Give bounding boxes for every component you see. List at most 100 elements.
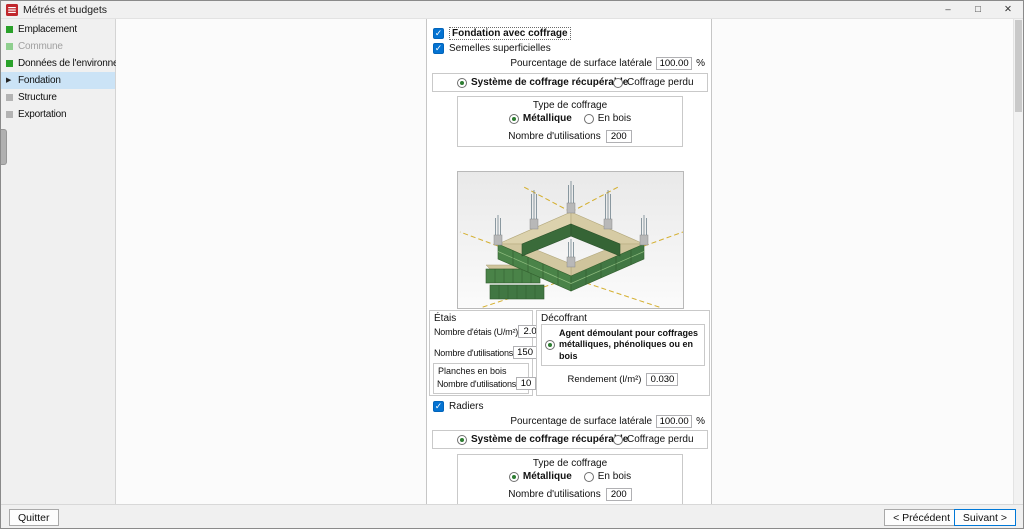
checkmark-icon: ✓ [434,28,443,38]
fondation-coffrage-row: ✓ Fondation avec coffrage [433,27,571,40]
radio-coffrage-perdu-1[interactable] [613,77,623,88]
fondation-coffrage-checkbox[interactable]: ✓ [433,28,444,39]
radio-metallique-1[interactable] [508,113,519,124]
footer-bar: Quitter < Précédent Suivant > [1,504,1023,528]
foundation-3d-image [457,171,684,309]
rendement-label: Rendement (l/m²) [567,374,642,385]
planches-uses-label: Nombre d'utilisations [437,378,517,389]
type-coffrage-group-1: Type de coffrage Métallique En bois Nomb… [457,96,683,147]
pct-surface-row-2: Pourcentage de surface latérale % [510,415,705,428]
option-systeme-recuperable-2: Système de coffrage récupérable [457,434,628,445]
titlebar: Métrés et budgets – □ ✕ [1,1,1023,19]
etais-group: Étais Nombre d'étais (U/m²) Nombre d'uti… [429,310,543,396]
radiers-checkbox[interactable]: ✓ [433,401,444,412]
option-label: Métallique [522,113,572,124]
decoffrant-group: Décoffrant Agent démoulant pour coffrage… [536,310,710,396]
next-button[interactable]: Suivant > [953,509,1016,526]
type-coffrage-options-1: Métallique En bois [458,113,682,124]
pct-surface-input-2[interactable] [656,415,693,428]
step-done-icon [6,60,13,67]
etais-count-label: Nombre d'étais (U/m²) [434,326,519,337]
sidebar-item-commune: Commune [1,38,115,55]
radio-coffrage-perdu-2[interactable] [613,434,623,445]
etais-uses-input[interactable] [513,346,538,359]
pct-surface-row-1: Pourcentage de surface latérale % [510,57,705,70]
collapsed-panel-tab[interactable] [1,129,7,165]
sidebar-item-exportation[interactable]: Exportation [1,106,115,123]
semelles-checkbox[interactable]: ✓ [433,43,444,54]
option-label: Système de coffrage récupérable [471,434,629,445]
radiers-row: ✓ Radiers [433,401,483,412]
maximize-button[interactable]: □ [963,1,993,18]
option-label: Coffrage perdu [627,77,694,88]
type-coffrage-options-2: Métallique En bois [458,471,682,482]
type-coffrage-title: Type de coffrage [532,458,608,469]
step-pending-icon [6,111,13,118]
etais-title: Étais [434,313,457,324]
step-pending-icon [6,94,13,101]
vertical-scrollbar[interactable] [1013,19,1023,504]
uses-input-1[interactable] [605,130,632,143]
option-label: Coffrage perdu [627,434,694,445]
semelles-label: Semelles superficielles [449,43,551,54]
agent-option-box: Agent démoulant pour coffrages métalliqu… [541,324,705,366]
rendement-row: Rendement (l/m²) [537,373,709,386]
minimize-button[interactable]: – [933,1,963,18]
planches-uses-input[interactable] [516,377,537,390]
radio-systeme-recuperable-1[interactable] [457,77,467,88]
pct-surface-input-1[interactable] [656,57,693,70]
checkmark-icon: ✓ [434,401,443,411]
radio-metallique-2[interactable] [508,471,519,482]
wizard-steps-sidebar: Emplacement Commune Données de l'environ… [1,19,140,504]
uses-label: Nombre d'utilisations [508,131,601,142]
window-title: Métrés et budgets [23,3,108,16]
etais-uses-row: Nombre d'utilisations [434,346,538,359]
etais-uses-label: Nombre d'utilisations [434,347,514,358]
uses-row-1: Nombre d'utilisations [458,130,682,143]
step-done-icon [6,43,13,50]
radio-systeme-recuperable-2[interactable] [457,434,467,445]
option-systeme-recuperable-1: Système de coffrage récupérable [457,77,628,88]
sidebar-item-label: Emplacement [18,24,77,35]
step-done-icon [6,26,13,33]
uses-row-2: Nombre d'utilisations [458,488,682,501]
sidebar-item-structure[interactable]: Structure [1,89,115,106]
option-label: Métallique [522,471,572,482]
scrollbar-thumb[interactable] [1015,20,1022,112]
planches-group: Planches en bois Nombre d'utilisations [433,363,537,394]
option-en-bois-2: En bois [583,471,632,482]
sidebar-item-label: Structure [18,92,57,103]
planches-uses-row: Nombre d'utilisations [437,377,537,390]
option-metallique-1: Métallique [508,113,572,124]
sidebar-item-donnees-environnement[interactable]: Données de l'environnement [1,55,140,72]
rendement-input[interactable] [646,373,679,386]
uses-input-2[interactable] [605,488,632,501]
radio-en-bois-2[interactable] [583,471,594,482]
option-label: En bois [597,471,632,482]
coffrage-system-group-2: Système de coffrage récupérable Coffrage… [432,430,708,449]
app-icon [6,3,18,16]
previous-button[interactable]: < Précédent [884,509,959,526]
sidebar-item-fondation[interactable]: ▶ Fondation [1,72,115,89]
radio-agent-demoulant[interactable] [545,340,555,350]
semelles-row: ✓ Semelles superficielles [433,43,551,54]
radio-en-bois-1[interactable] [583,113,594,124]
close-button[interactable]: ✕ [993,1,1023,18]
form-panel: ✓ Fondation avec coffrage ✓ Semelles sup… [426,19,712,504]
option-en-bois-1: En bois [583,113,631,124]
decoffrant-title: Décoffrant [541,313,587,324]
sidebar-item-emplacement[interactable]: Emplacement [1,21,115,38]
main-area: ✓ Fondation avec coffrage ✓ Semelles sup… [116,19,1023,504]
current-step-arrow-icon: ▶ [6,76,12,84]
pct-unit-label: % [696,416,705,427]
quit-button[interactable]: Quitter [9,509,59,526]
radiers-label: Radiers [449,401,484,412]
uses-label: Nombre d'utilisations [508,489,601,500]
type-coffrage-group-2: Type de coffrage Métallique En bois Nomb… [457,454,683,504]
pct-unit-label: % [696,58,705,69]
option-coffrage-perdu-2: Coffrage perdu [613,434,694,445]
fondation-coffrage-label: Fondation avec coffrage [449,27,571,40]
planches-title: Planches en bois [438,366,507,376]
agent-label: Agent démoulant pour coffrages métalliqu… [559,328,699,361]
option-label: Système de coffrage récupérable [471,77,629,88]
